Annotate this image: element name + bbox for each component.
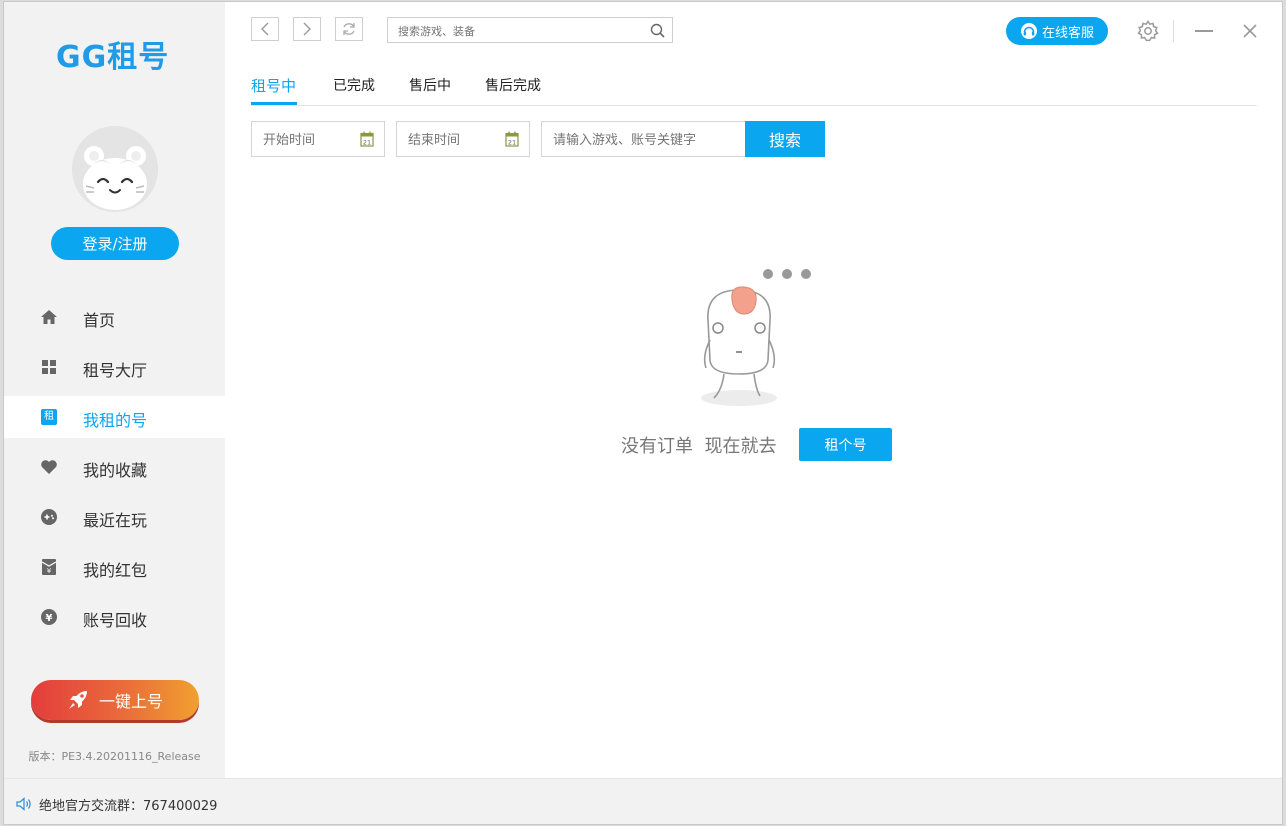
sidebar-item-recently-played[interactable]: 最近在玩 (4, 496, 225, 538)
start-date-box: 21 (251, 121, 385, 157)
toolbar-divider (1173, 20, 1174, 42)
sidebar-item-my-rentals[interactable]: 租 我租的号 (4, 396, 225, 438)
close-icon[interactable] (1242, 23, 1258, 43)
sidebar-item-label: 最近在玩 (83, 511, 148, 530)
end-date-box: 21 (396, 121, 530, 157)
gamepad-icon (40, 508, 58, 526)
start-date-input[interactable] (261, 131, 355, 149)
sidebar-item-label: 我的收藏 (83, 461, 148, 480)
refresh-icon (343, 23, 355, 35)
empty-mascot-icon (684, 260, 824, 419)
headset-icon (1020, 22, 1038, 40)
sidebar-item-label: 首页 (83, 311, 116, 330)
chevron-left-icon (261, 22, 269, 36)
tab-renting[interactable]: 租号中 (251, 75, 296, 96)
quick-login-button[interactable]: 一键上号 (31, 680, 199, 720)
order-tabs: 租号中 已完成 售后中 售后完成 (251, 72, 1257, 106)
refresh-button[interactable] (335, 17, 363, 41)
empty-state-message: 没有订单 现在就去 (621, 436, 777, 457)
version-text: 版本：PE3.4.20201116_Release (28, 750, 201, 763)
online-service-label: 在线客服 (1041, 25, 1094, 41)
hamster-avatar-icon (72, 126, 158, 212)
rent-account-button[interactable]: 租个号 (799, 428, 892, 461)
sidebar-item-favorites[interactable]: 我的收藏 (4, 446, 225, 488)
sidebar-item-red-envelopes[interactable]: ¥ 我的红包 (4, 546, 225, 588)
search-icon[interactable] (650, 23, 665, 42)
home-icon (40, 308, 58, 326)
top-search-box (387, 17, 673, 43)
calendar-icon[interactable]: 21 (505, 131, 519, 151)
quick-login-label: 一键上号 (98, 692, 163, 711)
calendar-day: 21 (508, 139, 516, 147)
active-tab-indicator (251, 102, 297, 105)
sidebar-nav: 首页 租号大厅 租 我租的号 我的收藏 最近在玩 ¥ 我的红包 ¥ 账号回收 (4, 296, 225, 646)
end-date-input[interactable] (406, 131, 500, 149)
forward-button[interactable] (293, 17, 321, 41)
sidebar-item-home[interactable]: 首页 (4, 296, 225, 338)
rocket-icon (67, 689, 89, 711)
app-logo: GG租号 (56, 40, 170, 75)
sidebar-item-label: 账号回收 (83, 611, 148, 630)
sidebar: GG租号 登录/注册 首页 租号大厅 租 我租的号 我的收藏 最近在玩 ¥ 我的… (4, 2, 225, 778)
heart-icon (40, 458, 58, 476)
back-button[interactable] (251, 17, 279, 41)
svg-text:¥: ¥ (47, 567, 52, 575)
keyword-input[interactable] (551, 131, 743, 149)
online-service-button[interactable]: 在线客服 (1006, 17, 1108, 45)
status-bar: 绝地官方交流群：767400029 (4, 778, 1282, 824)
calendar-icon[interactable]: 21 (360, 131, 374, 151)
tab-after-sales[interactable]: 售后中 (409, 75, 451, 95)
calendar-day: 21 (363, 139, 371, 147)
search-button[interactable]: 搜索 (745, 121, 825, 157)
grid-icon (40, 358, 58, 376)
tab-completed[interactable]: 已完成 (333, 75, 375, 95)
settings-gear-icon[interactable] (1137, 20, 1159, 46)
sidebar-item-account-recycle[interactable]: ¥ 账号回收 (4, 596, 225, 638)
avatar[interactable] (72, 126, 158, 212)
sidebar-item-rental-hall[interactable]: 租号大厅 (4, 346, 225, 388)
app-window: GG租号 登录/注册 首页 租号大厅 租 我租的号 我的收藏 最近在玩 ¥ 我的… (4, 2, 1282, 824)
community-group-text: 绝地官方交流群：767400029 (39, 799, 218, 814)
sidebar-item-label: 我的红包 (83, 561, 148, 580)
sidebar-item-label: 租号大厅 (83, 361, 148, 380)
top-search-input[interactable] (396, 21, 640, 41)
minimize-button[interactable] (1195, 30, 1213, 32)
red-envelope-icon: ¥ (40, 558, 58, 576)
tab-after-sales-completed[interactable]: 售后完成 (485, 75, 541, 95)
yen-coin-icon: ¥ (40, 608, 58, 626)
speaker-icon (16, 796, 32, 815)
rent-badge-icon: 租 (40, 408, 58, 426)
sidebar-item-label: 我租的号 (83, 411, 148, 430)
rent-badge-char: 租 (41, 409, 57, 425)
login-register-button[interactable]: 登录/注册 (51, 227, 179, 260)
svg-text:¥: ¥ (46, 613, 53, 624)
keyword-box (541, 121, 745, 157)
chevron-right-icon (303, 22, 311, 36)
